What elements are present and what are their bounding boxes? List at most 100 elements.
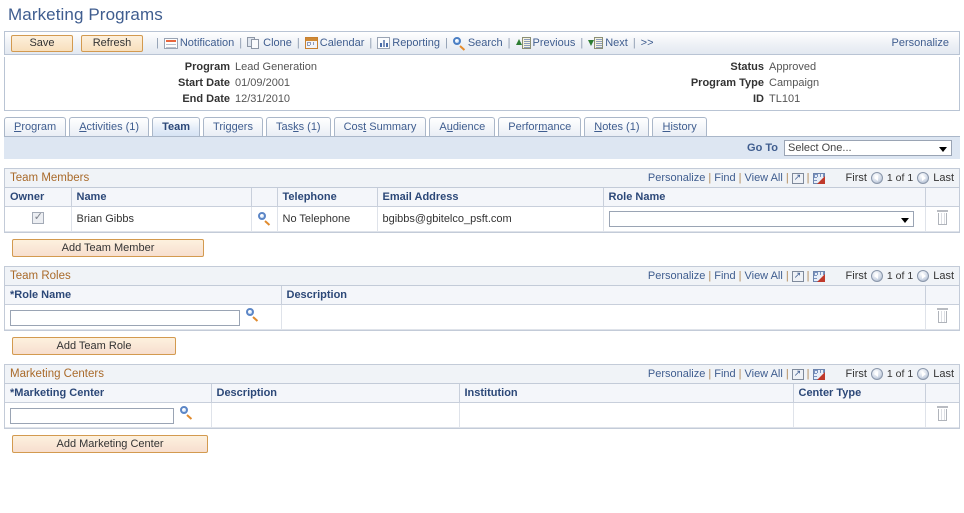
save-button[interactable]: Save <box>11 34 73 52</box>
personalize-link[interactable]: Personalize <box>648 270 705 282</box>
header-field: End Date 12/31/2010 <box>5 93 565 106</box>
role-name-select[interactable] <box>608 211 914 227</box>
find-link[interactable]: Find <box>714 368 735 380</box>
next-page-icon[interactable] <box>917 172 930 184</box>
magnifier-icon[interactable] <box>246 308 259 323</box>
header-field: Program Type Campaign <box>565 77 959 90</box>
envelope-icon <box>163 37 178 49</box>
calendar-button[interactable]: Calendar <box>304 37 364 49</box>
page-title: Marketing Programs <box>8 5 163 24</box>
owner-checkbox[interactable] <box>31 210 44 224</box>
tab-performance[interactable]: Performance <box>498 117 582 136</box>
program-type-label: Program Type <box>690 77 764 89</box>
first-link[interactable]: First <box>846 270 867 282</box>
tab-history[interactable]: History <box>652 117 707 136</box>
column-header-marketing-center: *Marketing Center <box>5 384 212 403</box>
divider: | <box>708 172 712 184</box>
team-members-pager: First 1 of 1 Last <box>846 172 954 184</box>
previous-button[interactable]: Previous <box>515 37 575 49</box>
program-header-left: Program Lead Generation Start Date 01/09… <box>5 61 565 110</box>
notification-button[interactable]: Notification <box>163 37 234 49</box>
personalize-link[interactable]: Personalize <box>648 368 705 380</box>
tab-audience[interactable]: Audience <box>429 117 496 136</box>
prev-page-icon[interactable] <box>870 368 883 380</box>
bar-chart-icon <box>377 37 391 49</box>
first-link[interactable]: First <box>846 368 867 380</box>
go-to-select[interactable]: Select One... <box>784 140 952 156</box>
first-link[interactable]: First <box>846 172 867 184</box>
search-label: Search <box>467 37 503 49</box>
last-link[interactable]: Last <box>933 172 954 184</box>
view-all-link[interactable]: View All <box>744 172 782 184</box>
divider: | <box>708 368 712 380</box>
next-label: Next <box>605 37 628 49</box>
magnifier-icon[interactable] <box>257 211 271 226</box>
trash-icon[interactable] <box>936 406 949 421</box>
trash-icon[interactable] <box>936 210 949 225</box>
divider: | <box>806 270 810 282</box>
divider: | <box>806 368 810 380</box>
team-members-title: Team Members <box>10 172 90 184</box>
next-page-icon[interactable] <box>917 368 930 380</box>
start-date-value: 01/09/2001 <box>235 77 291 89</box>
prev-page-icon[interactable] <box>870 172 883 184</box>
divider: | <box>738 368 742 380</box>
expand-icon[interactable] <box>791 171 804 184</box>
add-team-member-button[interactable]: Add Team Member <box>12 239 204 257</box>
tab-notes[interactable]: Notes (1) <box>584 117 650 136</box>
cell-institution <box>459 402 794 428</box>
cell-name: Brian Gibbs <box>71 206 252 232</box>
download-to-spreadsheet-icon[interactable] <box>812 172 825 184</box>
clone-button[interactable]: Clone <box>247 37 292 49</box>
cell-center-type <box>793 402 926 428</box>
search-button[interactable]: Search <box>452 37 503 51</box>
find-link[interactable]: Find <box>714 172 735 184</box>
personalize-page-link[interactable]: Personalize <box>892 37 953 49</box>
expand-icon[interactable] <box>791 367 804 380</box>
divider: | <box>806 172 810 184</box>
find-link[interactable]: Find <box>714 270 735 282</box>
expand-icon[interactable] <box>791 269 804 282</box>
trash-icon[interactable] <box>936 308 949 323</box>
marketing-centers-section: Marketing Centers Personalize | Find | V… <box>4 364 960 453</box>
column-header-lookup <box>251 188 278 207</box>
cell-name-lookup <box>251 206 278 232</box>
download-to-spreadsheet-icon[interactable] <box>812 270 825 282</box>
divider: | <box>785 270 789 282</box>
row-count: 1 of 1 <box>886 172 914 184</box>
start-date-label: Start Date <box>178 77 230 89</box>
tab-cost-summary[interactable]: Cost Summary <box>333 117 427 136</box>
divider: | <box>785 172 789 184</box>
last-link[interactable]: Last <box>933 368 954 380</box>
tab-activities[interactable]: Activities (1) <box>69 117 150 136</box>
more-actions-button[interactable]: >> <box>641 37 654 49</box>
table-row <box>5 402 959 428</box>
view-all-link[interactable]: View All <box>744 368 782 380</box>
calendar-icon <box>304 37 318 49</box>
divider: | <box>785 368 789 380</box>
add-team-role-button[interactable]: Add Team Role <box>12 337 176 355</box>
next-page-icon[interactable] <box>917 270 930 282</box>
magnifier-icon[interactable] <box>180 406 193 421</box>
toolbar: Save Refresh | Notification | Clone | Ca… <box>4 31 960 55</box>
id-value: TL101 <box>769 93 801 105</box>
tab-tasks[interactable]: Tasks (1) <box>265 117 331 136</box>
marketing-center-input[interactable] <box>10 407 174 424</box>
tab-program[interactable]: Program <box>4 117 67 136</box>
prev-page-icon[interactable] <box>870 270 883 282</box>
toolbar-separator: | <box>296 37 300 49</box>
personalize-link[interactable]: Personalize <box>648 172 705 184</box>
next-button[interactable]: Next <box>588 37 628 49</box>
table-header-row: *Role Name Description <box>5 286 959 305</box>
tab-team[interactable]: Team <box>152 117 201 136</box>
add-marketing-center-button[interactable]: Add Marketing Center <box>12 435 208 453</box>
tab-triggers[interactable]: Triggers <box>203 117 263 136</box>
view-all-link[interactable]: View All <box>744 270 782 282</box>
toolbar-separator: | <box>444 37 448 49</box>
reporting-button[interactable]: Reporting <box>377 37 440 49</box>
refresh-button[interactable]: Refresh <box>81 34 143 52</box>
download-to-spreadsheet-icon[interactable] <box>812 368 825 380</box>
role-name-input[interactable] <box>10 309 240 326</box>
go-to-label: Go To <box>747 142 778 154</box>
last-link[interactable]: Last <box>933 270 954 282</box>
